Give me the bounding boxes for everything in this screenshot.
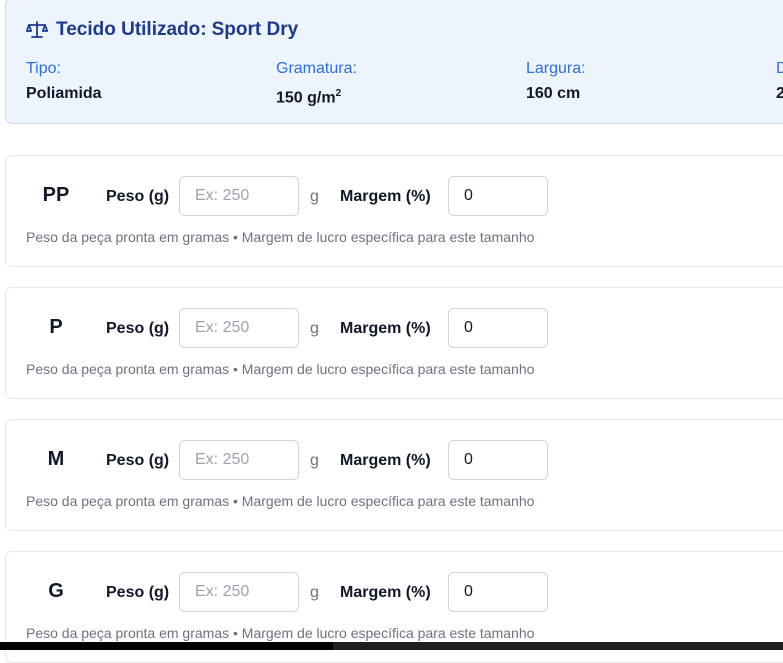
- peso-input[interactable]: [179, 572, 299, 612]
- spec-label: Largura:: [526, 60, 586, 77]
- fabric-title-name: Sport Dry: [211, 19, 299, 40]
- spec-label: D: [776, 60, 783, 77]
- scrollbar-thumb[interactable]: [0, 642, 333, 650]
- spec-partial: D 2: [776, 59, 783, 104]
- fabric-title: Tecido Utilizado: Sport Dry: [26, 19, 298, 41]
- margem-input[interactable]: [448, 308, 548, 348]
- unit-label: g: [310, 188, 319, 205]
- peso-label: Peso (g): [106, 584, 170, 601]
- size-card-p: P Peso (g) g Margem (%) Peso da peça pro…: [5, 287, 783, 399]
- size-label: G: [48, 580, 64, 602]
- scale-icon: [26, 21, 48, 38]
- spec-gramatura: Gramatura: 150 g/m2: [276, 59, 357, 108]
- size-label: M: [47, 448, 65, 470]
- margem-input[interactable]: [448, 572, 548, 612]
- margem-input[interactable]: [448, 176, 548, 216]
- peso-label: Peso (g): [106, 452, 170, 469]
- peso-input[interactable]: [179, 308, 299, 348]
- unit-label: g: [310, 320, 319, 337]
- size-label: P: [49, 316, 63, 338]
- spec-tipo: Tipo: Poliamida: [26, 59, 102, 104]
- spec-value-text: 150 g/m: [276, 89, 336, 107]
- spec-value: 2: [776, 85, 783, 102]
- margem-label: Margem (%): [340, 584, 431, 601]
- spec-value-sup: 2: [335, 88, 342, 99]
- spec-value: Poliamida: [26, 85, 102, 102]
- hint-text: Peso da peça pronta em gramas • Margem d…: [26, 625, 535, 641]
- unit-label: g: [310, 452, 319, 469]
- margem-input[interactable]: [448, 440, 548, 480]
- hint-text: Peso da peça pronta em gramas • Margem d…: [26, 229, 535, 245]
- unit-label: g: [310, 584, 319, 601]
- peso-input[interactable]: [179, 176, 299, 216]
- margem-label: Margem (%): [340, 188, 431, 205]
- size-card-m: M Peso (g) g Margem (%) Peso da peça pro…: [5, 419, 783, 531]
- fabric-title-prefix: Tecido Utilizado:: [56, 19, 207, 40]
- margem-label: Margem (%): [340, 320, 431, 337]
- spec-value: 160 cm: [526, 85, 581, 102]
- size-label: PP: [42, 184, 70, 206]
- spec-label: Gramatura:: [276, 60, 357, 77]
- spec-largura: Largura: 160 cm: [526, 59, 586, 104]
- spec-label: Tipo:: [26, 60, 61, 77]
- margem-label: Margem (%): [340, 452, 431, 469]
- hint-text: Peso da peça pronta em gramas • Margem d…: [26, 493, 535, 509]
- size-card-pp: PP Peso (g) g Margem (%) Peso da peça pr…: [5, 155, 783, 267]
- horizontal-scrollbar[interactable]: [0, 642, 783, 650]
- peso-label: Peso (g): [106, 188, 170, 205]
- peso-input[interactable]: [179, 440, 299, 480]
- fabric-info-card: Tecido Utilizado: Sport Dry Tipo: Poliam…: [5, 0, 783, 124]
- peso-label: Peso (g): [106, 320, 170, 337]
- spec-value: 150 g/m2: [276, 84, 357, 108]
- hint-text: Peso da peça pronta em gramas • Margem d…: [26, 361, 535, 377]
